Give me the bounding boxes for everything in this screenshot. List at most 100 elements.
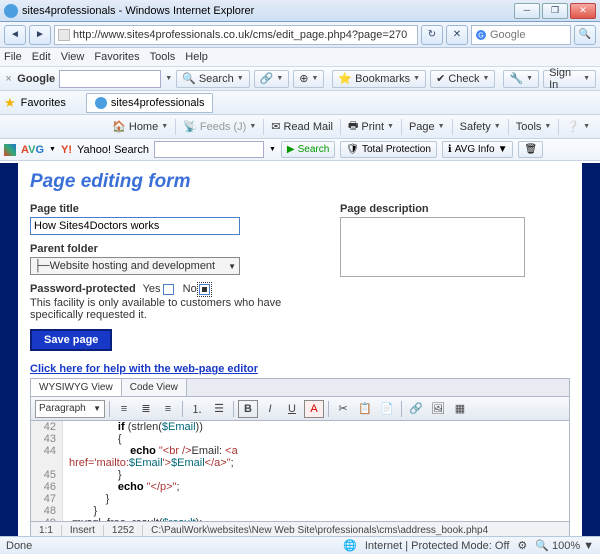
menu-favorites[interactable]: Favorites [94, 51, 139, 63]
underline-icon[interactable]: U [282, 400, 302, 418]
refresh-button[interactable]: ↻ [421, 25, 443, 45]
safety-button[interactable]: Safety▼ [456, 121, 505, 133]
address-bar: ◄ ► http://www.sites4professionals.co.uk… [0, 22, 600, 48]
avg-brand: AVG [21, 144, 44, 156]
editor: WYSIWYG View Code View Paragraph▼ ≡ ≣ ≡ … [30, 378, 570, 536]
google-icon: G [475, 29, 487, 41]
pw-note: This facility is only available to custo… [30, 297, 300, 321]
tab-favicon [95, 97, 107, 109]
google-search-input[interactable] [59, 70, 161, 88]
insert-mode: Insert [62, 525, 104, 536]
feeds-button[interactable]: 📡Feeds (J)▼ [179, 120, 260, 133]
italic-icon[interactable]: I [260, 400, 280, 418]
title-label: Page title [30, 203, 300, 215]
cut-icon[interactable]: ✂ [333, 400, 353, 418]
protected-mode-icon[interactable]: ⚙ [517, 539, 527, 552]
forward-button[interactable]: ► [29, 25, 51, 45]
favorites-bar: ★ Favorites sites4professionals [0, 91, 600, 115]
editor-toolbar: Paragraph▼ ≡ ≣ ≡ ⒈ ☰ B I U A ✂ 📋 📄 🔗 🖼 ▦ [31, 397, 569, 421]
avg-logo-icon [4, 144, 16, 156]
print-button[interactable]: 🖶Print▼ [344, 117, 398, 136]
file-path: C:\PaulWork\websites\New Web Site\profes… [143, 525, 569, 536]
minimize-button[interactable]: ─ [514, 3, 540, 19]
paste-icon[interactable]: 📄 [377, 400, 397, 418]
total-protection-button[interactable]: 🛡Total Protection [340, 141, 437, 158]
parent-label: Parent folder [30, 243, 300, 255]
browser-search-field[interactable]: G Google [471, 25, 571, 45]
svg-text:G: G [478, 32, 483, 39]
menu-view[interactable]: View [61, 51, 85, 63]
tab-code[interactable]: Code View [122, 379, 187, 396]
pw-yes-radio[interactable] [163, 284, 174, 295]
yahoo-search-input[interactable] [154, 141, 264, 158]
browser-statusbar: Done 🌐 Internet | Protected Mode: Off ⚙ … [0, 536, 600, 554]
google-more-button[interactable]: ⊕▼ [293, 70, 324, 88]
avg-toolbar: AVG ▼ Y! Yahoo! Search ▼ ▶Search 🛡Total … [0, 139, 600, 161]
toolbar-close-icon[interactable]: × [4, 73, 13, 85]
link-icon[interactable]: 🔗 [406, 400, 426, 418]
window-titlebar: sites4professionals - Windows Internet E… [0, 0, 600, 22]
dropdown-icon[interactable]: ▼ [165, 75, 172, 82]
tab-wysiwyg[interactable]: WYSIWYG View [31, 379, 122, 396]
readmail-button[interactable]: ✉Read Mail [267, 120, 337, 133]
image-icon[interactable]: 🖼 [428, 400, 448, 418]
list-ol-icon[interactable]: ⒈ [187, 400, 207, 418]
stop-button[interactable]: ✕ [446, 25, 468, 45]
avg-info-button[interactable]: ℹAVG Info▼ [442, 141, 514, 158]
zoom-control[interactable]: 🔍100% ▼ [535, 539, 594, 552]
save-button[interactable]: Save page [30, 329, 112, 351]
table-icon[interactable]: ▦ [450, 400, 470, 418]
favorites-star-icon[interactable]: ★ [4, 95, 16, 111]
help-link[interactable]: Click here for help with the web-page ed… [30, 363, 570, 375]
menu-file[interactable]: File [4, 51, 22, 63]
desc-textarea[interactable] [340, 217, 525, 277]
wrench-button[interactable]: 🔧▼ [503, 70, 539, 88]
align-center-icon[interactable]: ≣ [136, 400, 156, 418]
bold-icon[interactable]: B [238, 400, 258, 418]
color-icon[interactable]: A [304, 400, 324, 418]
avg-search-button[interactable]: ▶Search [281, 141, 335, 158]
search-go-button[interactable]: 🔍 [574, 25, 596, 45]
tools-button[interactable]: Tools▼ [512, 121, 556, 133]
menu-help[interactable]: Help [185, 51, 208, 63]
column-num: 1252 [104, 525, 143, 536]
back-button[interactable]: ◄ [4, 25, 26, 45]
parent-select[interactable]: ├─Website hosting and development▼ [30, 257, 240, 275]
maximize-button[interactable]: ❐ [542, 3, 568, 19]
help-button[interactable]: ❔▼ [562, 120, 594, 133]
align-right-icon[interactable]: ≡ [158, 400, 178, 418]
paragraph-select[interactable]: Paragraph▼ [35, 400, 105, 418]
code-area[interactable]: 42 if (strlen($Email)) 43 { 44 echo "<br… [31, 421, 569, 521]
browser-tab[interactable]: sites4professionals [86, 93, 214, 113]
spellcheck-button[interactable]: ✔Check▼ [430, 70, 495, 88]
status-done: Done [6, 540, 32, 552]
copy-icon[interactable]: 📋 [355, 400, 375, 418]
google-toolbar: × Google ▼ 🔍Search▼ 🔗▼ ⊕▼ ⭐Bookmarks▼ ✔C… [0, 67, 600, 91]
menu-edit[interactable]: Edit [32, 51, 51, 63]
menu-tools[interactable]: Tools [150, 51, 176, 63]
google-search-button[interactable]: 🔍Search▼ [176, 70, 250, 88]
signin-button[interactable]: Sign In▼ [543, 70, 596, 88]
avg-delete-button[interactable]: 🗑 [518, 141, 543, 158]
home-button[interactable]: 🏠Home▼ [108, 120, 172, 133]
search-engine-name: Google [490, 29, 525, 41]
close-button[interactable]: ✕ [570, 3, 596, 19]
bookmarks-button[interactable]: ⭐Bookmarks▼ [332, 70, 426, 88]
favorites-label[interactable]: Favorites [21, 97, 66, 109]
page-favicon [58, 29, 70, 41]
globe-icon: 🌐 [343, 539, 357, 552]
page-button[interactable]: Page▼ [405, 121, 449, 133]
google-share-button[interactable]: 🔗▼ [254, 70, 290, 88]
yahoo-label: Yahoo! Search [77, 144, 149, 156]
window-title: sites4professionals - Windows Internet E… [22, 5, 254, 17]
pw-no-radio[interactable] [199, 284, 210, 295]
page-content: Page editing form Page title Parent fold… [18, 163, 582, 536]
page-icon [4, 4, 18, 18]
url-text: http://www.sites4professionals.co.uk/cms… [73, 29, 407, 41]
list-ul-icon[interactable]: ☰ [209, 400, 229, 418]
align-left-icon[interactable]: ≡ [114, 400, 134, 418]
title-input[interactable] [30, 217, 240, 235]
google-brand: Google [17, 73, 55, 85]
url-field[interactable]: http://www.sites4professionals.co.uk/cms… [54, 25, 418, 45]
desc-label: Page description [340, 203, 570, 215]
